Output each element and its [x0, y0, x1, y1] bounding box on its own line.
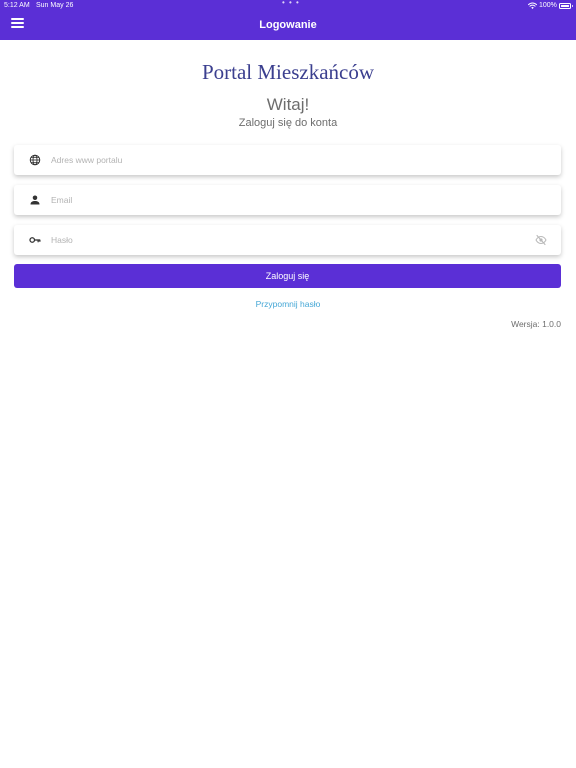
password-field[interactable] — [14, 225, 561, 255]
multitasking-dots: • • • — [282, 0, 300, 7]
eye-off-icon[interactable] — [535, 234, 547, 246]
person-icon — [30, 195, 40, 205]
portal-title: Portal Mieszkańców — [201, 60, 375, 84]
status-time: 5:12 AM — [4, 2, 30, 9]
battery-percentage: 100% — [539, 2, 557, 9]
login-button[interactable]: Zaloguj się — [14, 264, 561, 288]
wifi-icon — [528, 2, 537, 9]
portal-url-field[interactable] — [14, 145, 561, 175]
email-field[interactable] — [14, 185, 561, 215]
globe-icon — [29, 154, 41, 166]
status-date: Sun May 26 — [36, 2, 74, 9]
welcome-subtitle: Zaloguj się do konta — [238, 117, 338, 129]
page-title: Logowanie — [259, 19, 317, 31]
welcome-title: Witaj! — [266, 95, 310, 114]
status-bar: 5:12 AM Sun May 26 • • • 100% — [0, 0, 576, 12]
password-input[interactable] — [51, 225, 531, 255]
remind-password-link[interactable]: Przypomnij hasło — [0, 298, 576, 310]
top-bar: 5:12 AM Sun May 26 • • • 100% Logowanie — [0, 0, 576, 40]
email-input[interactable] — [51, 185, 531, 215]
battery-icon — [559, 3, 573, 9]
version-label: Wersja: 1.0.0 — [511, 319, 561, 329]
portal-url-input[interactable] — [51, 145, 531, 175]
key-icon — [29, 237, 41, 243]
